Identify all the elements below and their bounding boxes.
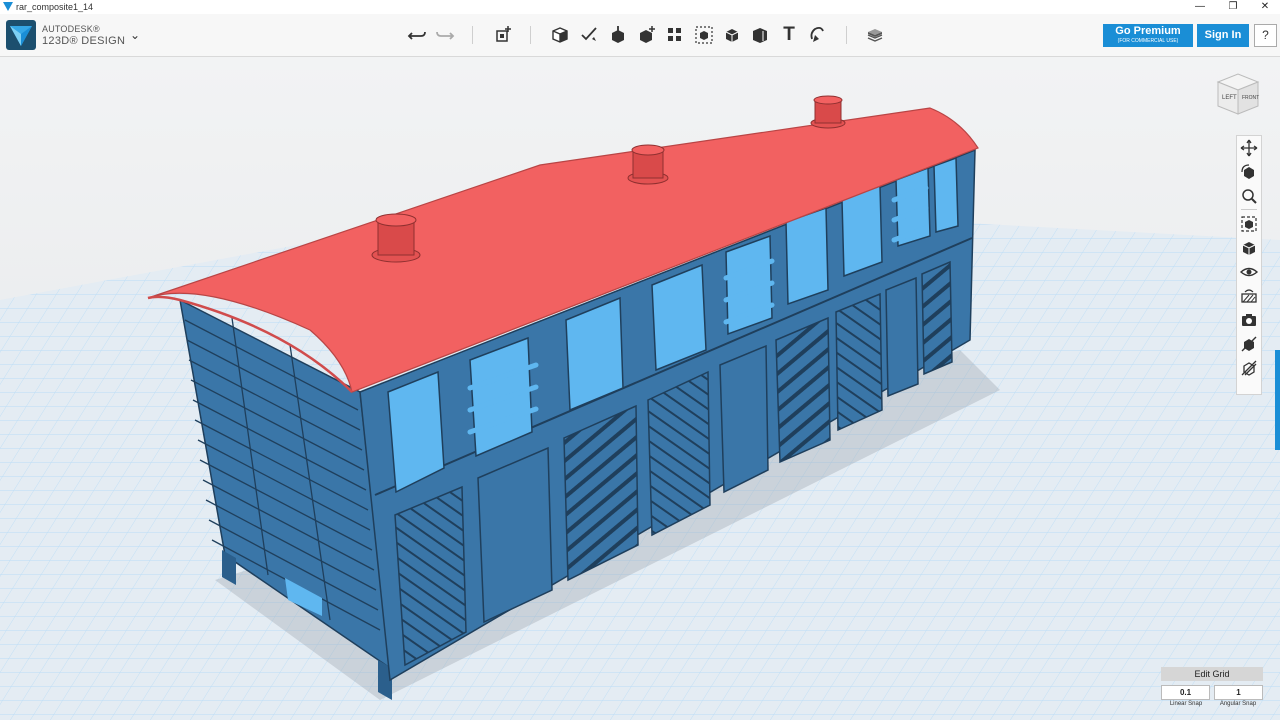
material-icon[interactable]	[863, 23, 887, 47]
app-menu-chevron-icon[interactable]: ⌄	[130, 28, 140, 42]
app-icon	[3, 2, 13, 11]
side-panel-tab[interactable]	[1275, 350, 1280, 450]
view-cube[interactable]: LEFT FRONT	[1212, 68, 1264, 120]
title-bar: rar_composite1_14 — ❐ ✕	[0, 0, 1280, 14]
text-tool-glyph: T	[783, 24, 795, 45]
brand-company: AUTODESK®	[42, 24, 100, 34]
nav-divider	[1241, 209, 1257, 210]
undo-icon[interactable]	[405, 23, 429, 47]
visibility-icon[interactable]	[1239, 262, 1259, 282]
sign-in-button[interactable]: Sign In	[1197, 24, 1249, 47]
toolbar-divider	[846, 26, 847, 44]
window-title: rar_composite1_14	[16, 2, 94, 12]
3d-viewport[interactable]: LEFT FRONT Edit Grid 0.1 1 Linear Snap A…	[0, 57, 1280, 720]
angular-snap-label: Angular Snap	[1219, 701, 1257, 707]
text-icon[interactable]: T	[777, 23, 801, 47]
hide-icon[interactable]	[1239, 334, 1259, 354]
combine-icon[interactable]	[720, 23, 744, 47]
linear-snap-label: Linear Snap	[1169, 701, 1203, 707]
go-premium-sublabel: (FOR COMMERCIAL USE)	[1117, 38, 1179, 44]
viewcube-front-label: FRONT	[1242, 95, 1259, 101]
zoom-icon[interactable]	[1239, 186, 1259, 206]
grid-panel: Edit Grid 0.1 1 Linear Snap Angular Snap	[1160, 666, 1264, 716]
sketch-icon[interactable]	[577, 23, 601, 47]
redo-icon[interactable]	[433, 23, 457, 47]
pattern-icon[interactable]	[663, 23, 687, 47]
grouping-icon[interactable]	[692, 23, 716, 47]
linear-snap-input[interactable]: 0.1	[1161, 685, 1210, 700]
help-button[interactable]: ?	[1254, 24, 1277, 47]
navigation-bar	[1236, 135, 1262, 395]
go-premium-button[interactable]: Go Premium (FOR COMMERCIAL USE)	[1103, 24, 1193, 47]
main-toolbar: AUTODESK® 123D® DESIGN ⌄ T Go Premium (F…	[0, 14, 1280, 57]
edit-grid-button[interactable]: Edit Grid	[1161, 667, 1263, 681]
snap-icon[interactable]	[805, 23, 829, 47]
material-display-icon[interactable]	[1239, 286, 1259, 306]
orbit-icon[interactable]	[1239, 162, 1259, 182]
workspace-scene[interactable]	[0, 57, 1280, 720]
maximize-button[interactable]: ❐	[1218, 0, 1248, 14]
transform-icon[interactable]	[491, 23, 515, 47]
go-premium-label: Go Premium	[1115, 25, 1181, 37]
viewcube-left-label: LEFT	[1222, 95, 1237, 101]
pan-icon[interactable]	[1239, 138, 1259, 158]
measure-icon[interactable]	[748, 23, 772, 47]
views-icon[interactable]	[1239, 238, 1259, 258]
modify-icon[interactable]	[635, 23, 659, 47]
close-button[interactable]: ✕	[1250, 0, 1280, 14]
primitives-icon[interactable]	[548, 23, 572, 47]
app-logo-icon[interactable]	[6, 20, 36, 50]
minimize-button[interactable]: —	[1185, 0, 1215, 14]
construct-icon[interactable]	[606, 23, 630, 47]
brand-product: 123D® DESIGN	[42, 35, 126, 47]
fit-icon[interactable]	[1239, 214, 1259, 234]
toolbar-divider	[472, 26, 473, 44]
toolbar-divider	[530, 26, 531, 44]
screenshot-icon[interactable]	[1239, 310, 1259, 330]
hide-all-icon[interactable]	[1239, 358, 1259, 378]
angular-snap-input[interactable]: 1	[1214, 685, 1263, 700]
